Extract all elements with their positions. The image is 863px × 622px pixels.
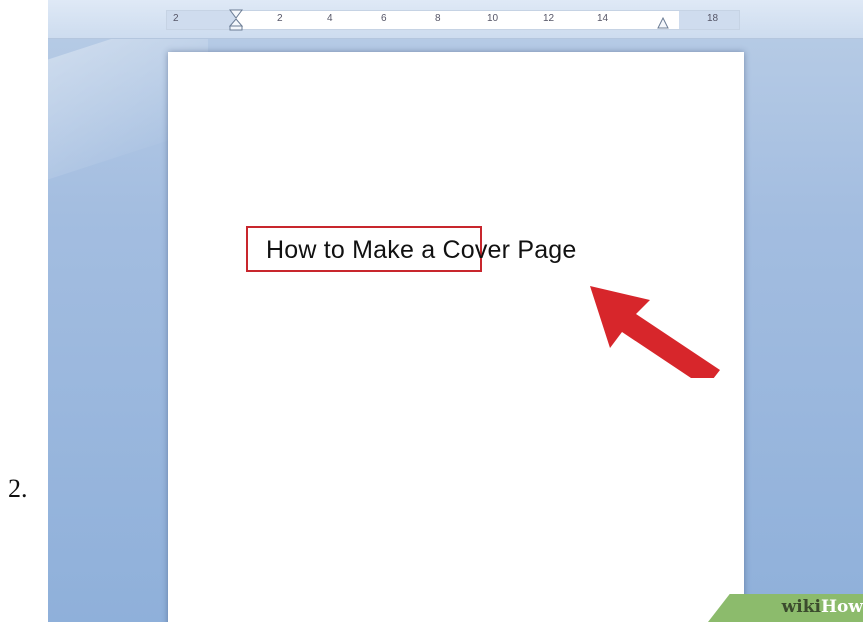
ruler-tick-label: 8 [435, 13, 441, 24]
watermark: wikiHow [708, 594, 863, 622]
document-workspace: 2 2 4 6 8 10 12 14 18 How to Make a Cove… [48, 0, 863, 622]
pointer-arrow-icon [590, 286, 720, 378]
cover-title-highlight: How to Make a Cover Page [246, 226, 576, 272]
ruler-tick-label: 6 [381, 13, 387, 24]
ruler-bar: 2 2 4 6 8 10 12 14 18 [48, 0, 863, 39]
ruler-tick-label: 2 [277, 13, 283, 24]
right-indent-icon[interactable] [657, 17, 669, 29]
ruler-tick-label: 4 [327, 13, 333, 24]
first-line-indent-icon[interactable] [229, 9, 243, 31]
step-number: 2. [8, 474, 28, 503]
ruler-tick-label: 2 [173, 13, 179, 24]
ruler-tick-label: 10 [487, 13, 499, 24]
cover-title-text[interactable]: How to Make a Cover Page [266, 236, 577, 265]
ruler-tick-label: 12 [543, 13, 555, 24]
ruler-tick-label: 14 [597, 13, 609, 24]
ruler-tick-label: 18 [707, 13, 719, 24]
horizontal-ruler[interactable]: 2 2 4 6 8 10 12 14 18 [166, 9, 740, 31]
watermark-logo: wikiHow [781, 597, 863, 617]
